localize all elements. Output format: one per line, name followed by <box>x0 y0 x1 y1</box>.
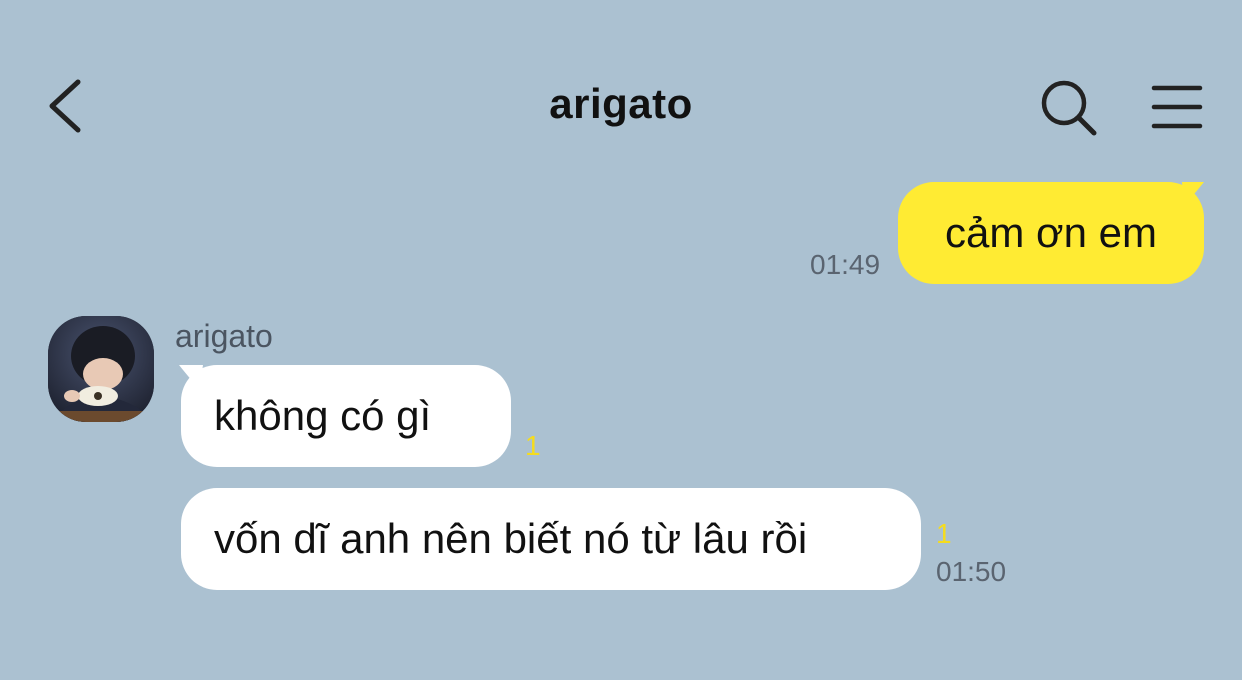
message-timestamp: 01:50 <box>936 556 1007 587</box>
profile-photo <box>48 316 154 422</box>
received-message-bubble[interactable]: vốn dĩ anh nên biết nó từ lâu rồi <box>181 488 921 590</box>
sent-message: cảm ơn em <box>898 182 1204 284</box>
avatar[interactable] <box>48 316 154 422</box>
unread-count: 1 <box>525 430 541 461</box>
sender-name: arigato <box>175 318 273 354</box>
sent-message-bubble[interactable]: cảm ơn em <box>898 182 1204 284</box>
message-timestamp: 01:49 <box>810 249 881 280</box>
chat-header: arigato <box>0 0 1242 170</box>
hamburger-menu-icon <box>1151 85 1203 129</box>
unread-count: 1 <box>936 518 952 549</box>
menu-button[interactable] <box>1146 80 1206 136</box>
search-button[interactable] <box>1036 78 1102 138</box>
search-icon <box>1041 80 1097 136</box>
received-message-bubble[interactable]: không có gì <box>181 365 511 467</box>
